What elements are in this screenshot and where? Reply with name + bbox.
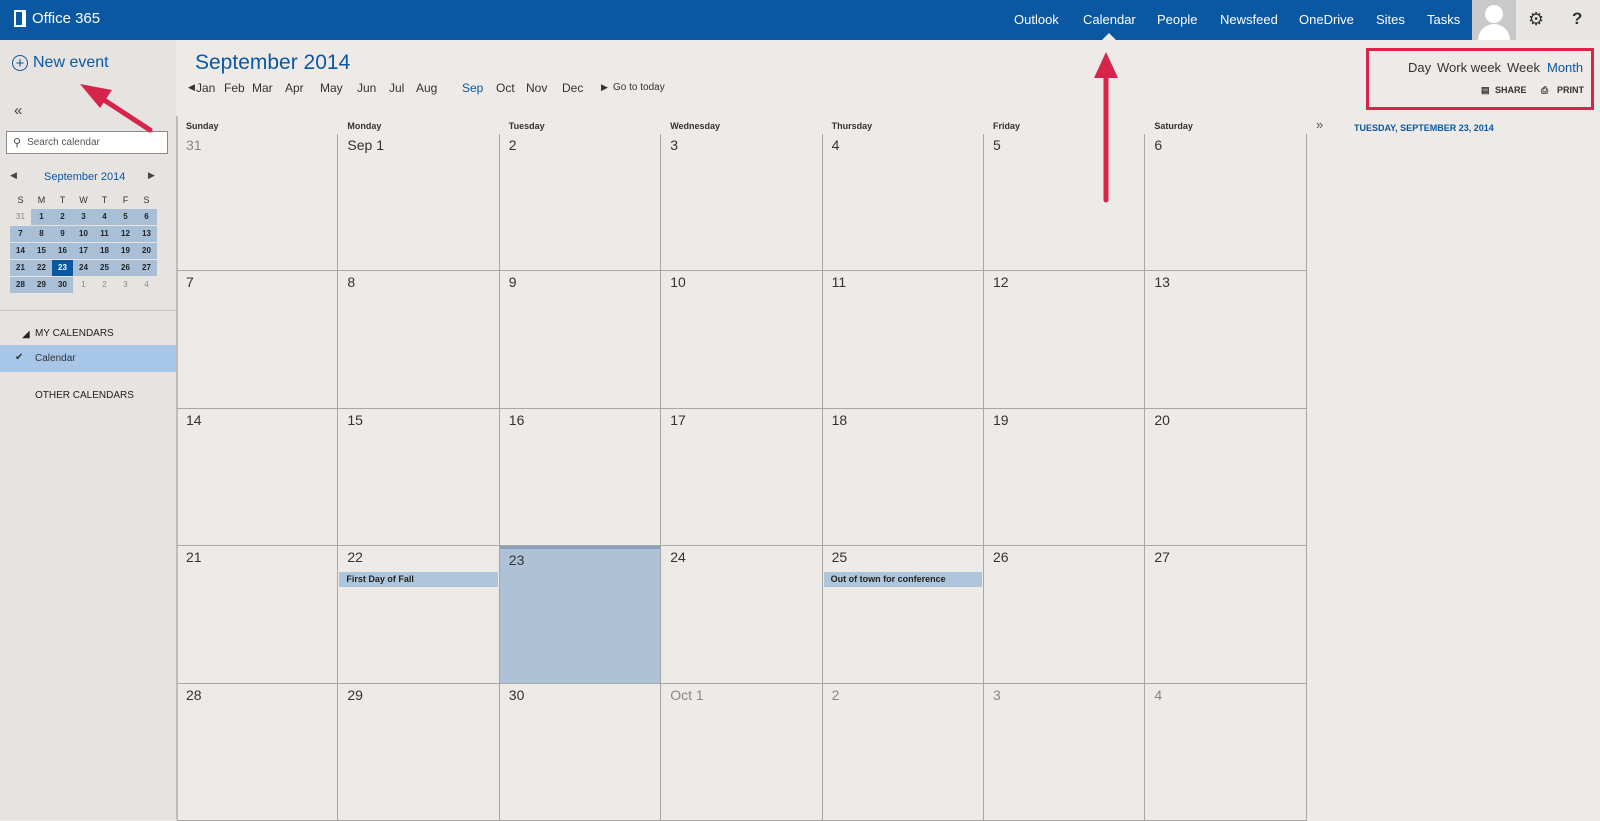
arrowhead-calendar-tab (1094, 52, 1118, 78)
arrow-to-new-event (95, 93, 153, 133)
annotation-arrows (80, 52, 1118, 203)
